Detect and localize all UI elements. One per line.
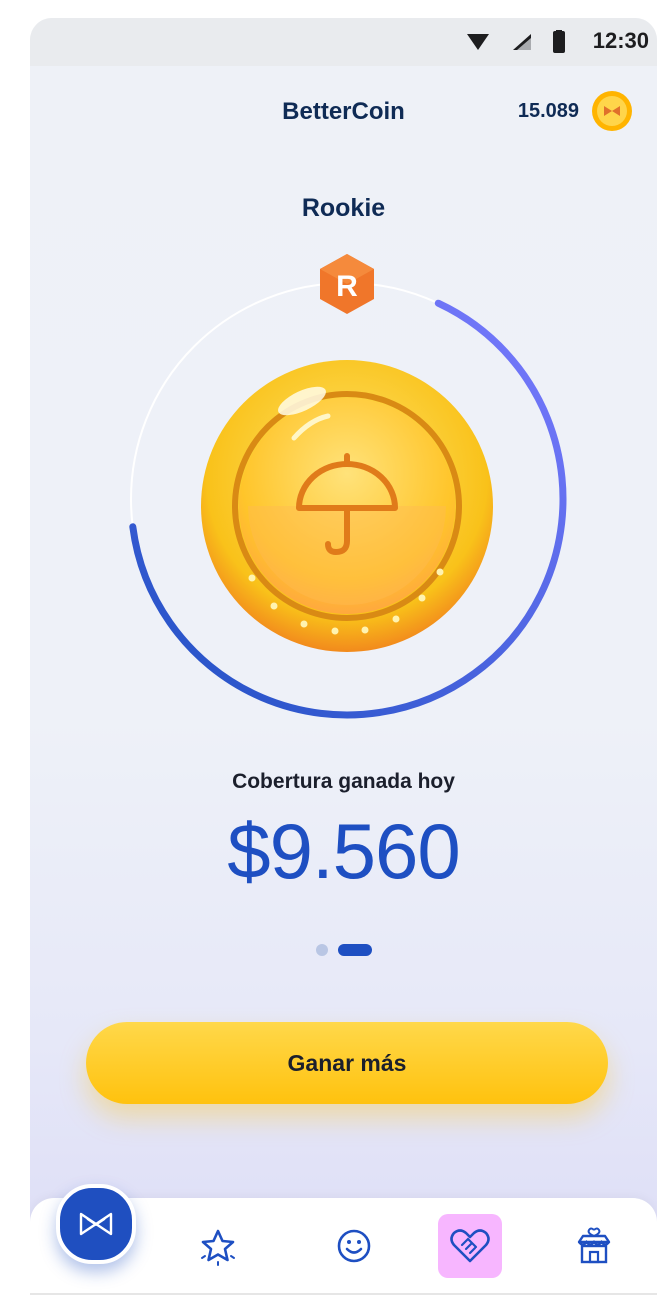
handshake-heart-icon	[450, 1229, 490, 1263]
nav-item-store[interactable]	[562, 1214, 626, 1278]
page-dot-1[interactable]	[316, 944, 328, 956]
brand-logo-icon	[79, 1212, 113, 1236]
store-icon	[577, 1227, 611, 1264]
earned-amount: $9.560	[227, 807, 461, 895]
star-icon	[201, 1229, 235, 1266]
nav-item-profile[interactable]	[322, 1214, 386, 1278]
smiley-icon	[337, 1229, 371, 1263]
earned-label: Cobertura ganada hoy	[232, 770, 455, 793]
level-badge: R	[320, 254, 374, 314]
page-indicator[interactable]	[316, 944, 372, 956]
coin-graphic	[201, 360, 493, 652]
earn-more-button[interactable]: Ganar más	[86, 1022, 608, 1104]
level-badge-letter: R	[336, 270, 358, 303]
nav-item-rewards[interactable]	[186, 1214, 250, 1278]
app-screen: 12:30 BetterCoin 15.089 Rookie R Cobertu…	[30, 18, 657, 1294]
nav-home-button[interactable]	[56, 1184, 136, 1264]
page-dot-2-active[interactable]	[338, 944, 372, 956]
level-progress-ring: R	[129, 254, 567, 719]
home-indicator-line	[30, 1293, 657, 1295]
nav-item-coverage[interactable]	[438, 1214, 502, 1278]
